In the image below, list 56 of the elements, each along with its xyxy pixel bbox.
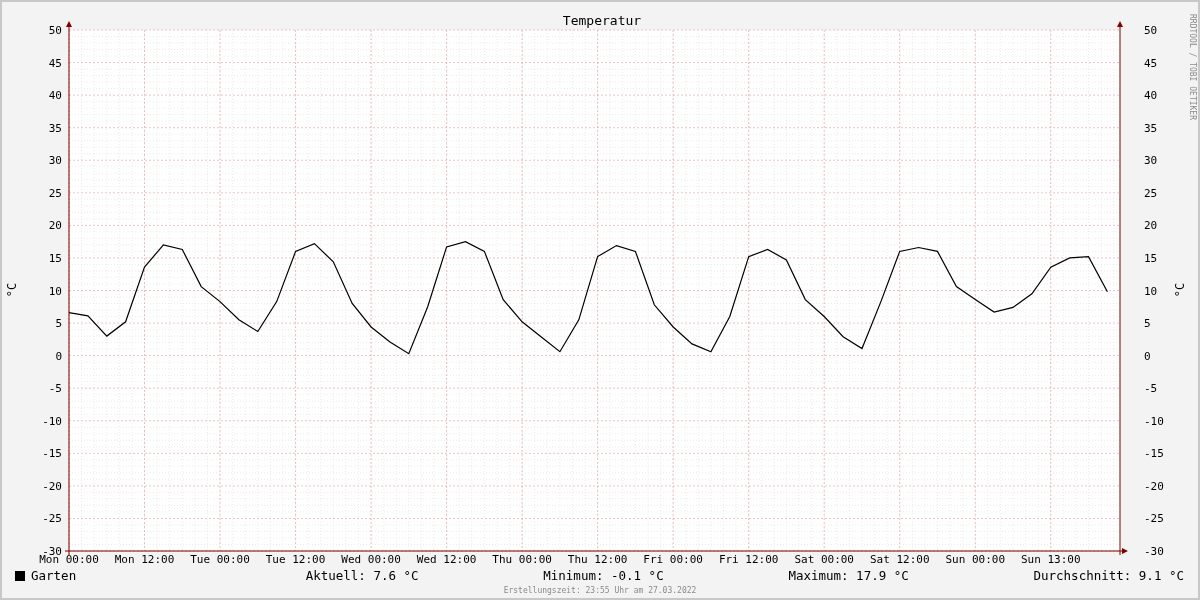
x-tick-label: Wed 12:00 <box>416 553 477 566</box>
y-tick-label: 35 <box>48 121 62 135</box>
x-tick-label: Fri 00:00 <box>643 553 703 566</box>
x-tick-label: Tue 12:00 <box>265 553 326 566</box>
x-tick-label: Fri 12:00 <box>718 553 779 566</box>
x-tick-label: Tue 00:00 <box>190 553 250 566</box>
y-tick-label: -5 <box>48 382 62 396</box>
y-tick-label: -20 <box>42 479 62 493</box>
creation-time-text: Erstellungszeit: 23:55 Uhr am 27.03.2022 <box>503 585 697 597</box>
y-tick-label: 35 <box>1144 121 1158 135</box>
y-tick-label: 0 <box>1144 349 1151 363</box>
x-tick-label: Wed 00:00 <box>341 553 401 566</box>
stat-text: Aktuell: 7.6 °C <box>305 566 419 585</box>
stat-text: Minimum: -0.1 °C <box>543 566 664 585</box>
y-tick-label: 5 <box>55 317 62 331</box>
y-tick-label: 30 <box>1144 154 1158 168</box>
y-tick-label: -20 <box>1144 479 1164 493</box>
y-tick-label: 10 <box>1144 284 1158 298</box>
y-tick-label: 45 <box>48 56 62 70</box>
y-tick-label: -25 <box>1144 512 1164 526</box>
y-tick-label: 40 <box>1144 89 1158 103</box>
chart-title: Temperatur <box>562 13 642 28</box>
y-axis-unit: °C <box>1173 282 1187 298</box>
y-tick-label: -15 <box>1144 447 1164 461</box>
y-tick-label: -30 <box>1144 545 1164 558</box>
stat-text: Maximum: 17.9 °C <box>788 566 909 585</box>
y-tick-label: -25 <box>42 512 62 526</box>
y-tick-label: -5 <box>1144 382 1158 396</box>
y-tick-label: 40 <box>48 89 62 103</box>
x-tick-label: Sat 12:00 <box>869 553 930 566</box>
y-tick-label: 50 <box>1144 24 1158 37</box>
y-tick-label: -10 <box>42 414 62 428</box>
x-tick-label: Sat 00:00 <box>794 553 854 566</box>
x-tick-label: Thu 00:00 <box>492 553 552 566</box>
y-tick-label: 5 <box>1144 317 1151 331</box>
y-tick-label: 15 <box>1144 251 1158 265</box>
x-tick-label: Thu 12:00 <box>567 553 628 566</box>
y-tick-label: 10 <box>48 284 62 298</box>
y-tick-label: 20 <box>1144 219 1158 233</box>
x-tick-label: Sun 13:00 <box>1020 553 1081 566</box>
y-tick-label: 0 <box>55 349 62 363</box>
y-tick-label: -10 <box>1144 414 1164 428</box>
y-axis-unit: °C <box>5 282 19 298</box>
y-tick-label: 25 <box>48 186 62 200</box>
stat-text: Durchschnitt: 9.1 °C <box>1033 566 1184 585</box>
y-tick-label: 45 <box>1144 56 1158 70</box>
y-tick-label: -15 <box>42 447 62 461</box>
y-tick-label: 15 <box>48 251 62 265</box>
y-tick-label: 25 <box>1144 186 1158 200</box>
y-tick-label: 50 <box>48 24 62 37</box>
y-tick-label: 30 <box>48 154 62 168</box>
legend-label: Garten <box>31 566 78 585</box>
credit-text: RRDTOOL / TOBI OETIKER <box>1188 14 1197 120</box>
x-tick-label: Sun 00:00 <box>945 553 1006 566</box>
y-tick-label: 20 <box>48 219 62 233</box>
x-tick-label: Mon 12:00 <box>114 553 175 566</box>
